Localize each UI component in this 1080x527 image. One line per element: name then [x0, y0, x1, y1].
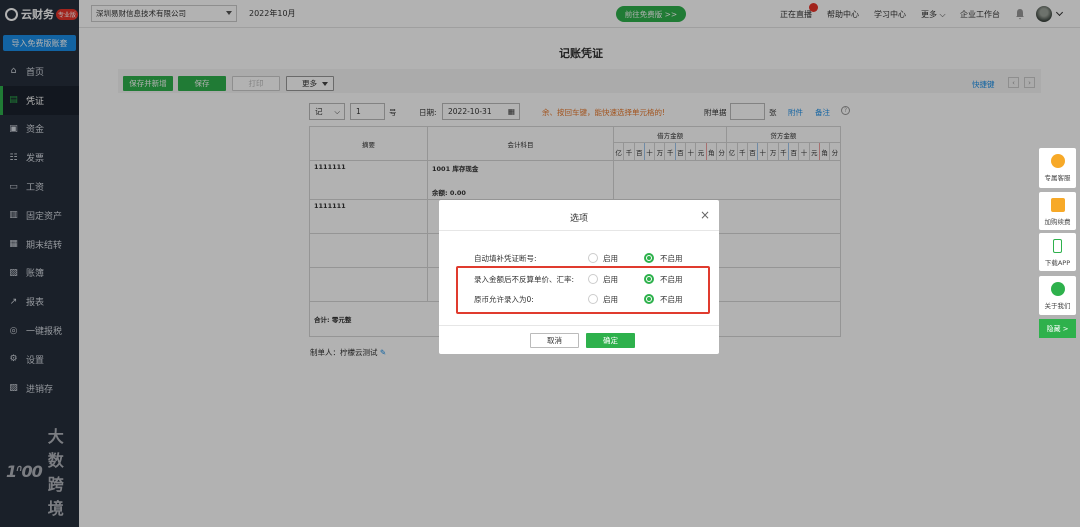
close-icon[interactable]: ×: [700, 208, 710, 222]
download-app-panel[interactable]: 下载APP: [1039, 233, 1076, 271]
gift-icon: [1050, 198, 1065, 212]
about-label: 关于我们: [1044, 302, 1071, 310]
service-label: 专属客服: [1044, 174, 1071, 182]
highlight-annotation: [456, 266, 710, 314]
hide-panel-button[interactable]: 隐藏 >: [1039, 319, 1076, 338]
confirm-button[interactable]: 确定: [586, 333, 635, 348]
divider: [439, 230, 719, 231]
radio-label: 不启用: [660, 254, 683, 263]
buy-panel[interactable]: 加购续费: [1039, 192, 1076, 230]
radio-label: 启用: [603, 254, 618, 263]
headset-icon: [1050, 154, 1065, 168]
divider: [439, 325, 719, 326]
buy-label: 加购续费: [1044, 218, 1071, 226]
service-panel[interactable]: 专属客服: [1039, 148, 1076, 188]
about-us-panel[interactable]: 关于我们: [1039, 276, 1076, 315]
app-label: 下载APP: [1044, 259, 1071, 267]
radio-auto-fill-enable[interactable]: [588, 253, 598, 263]
radio-auto-fill-disable[interactable]: [644, 253, 654, 263]
wechat-icon: [1050, 282, 1065, 296]
option-auto-fill: 自动填补凭证断号:: [474, 252, 537, 264]
cancel-button[interactable]: 取消: [530, 333, 579, 348]
option-label: 自动填补凭证断号:: [474, 253, 537, 263]
dialog-title: 选项: [569, 214, 588, 224]
phone-icon: [1053, 239, 1062, 253]
